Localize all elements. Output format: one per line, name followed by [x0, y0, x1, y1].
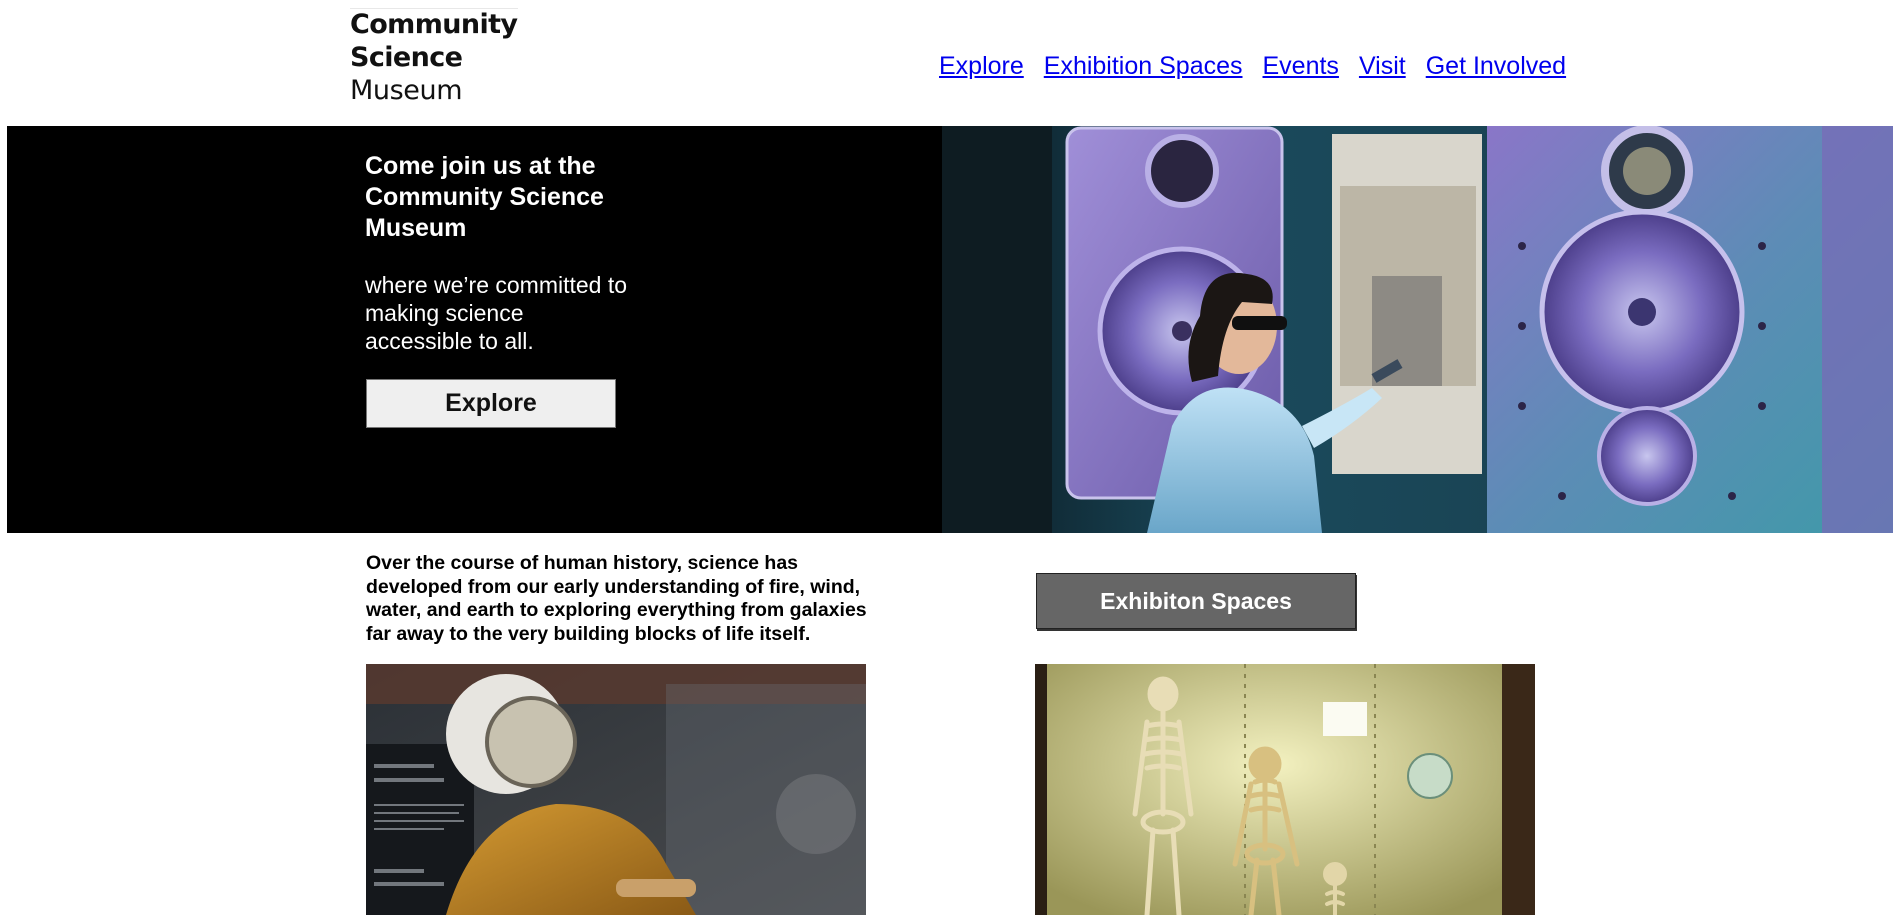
hero-title: Come join us at the Community Science Mu…: [365, 152, 604, 242]
astronaut-photo-illustration: [366, 664, 866, 915]
intro-paragraph: Over the course of human history, scienc…: [366, 552, 867, 645]
nav-link-exhibition-spaces[interactable]: Exhibition Spaces: [1044, 52, 1243, 81]
main-nav: Explore Exhibition Spaces Events Visit G…: [939, 52, 1566, 81]
exhibition-spaces-button[interactable]: Exhibiton Spaces: [1036, 573, 1356, 629]
explore-button[interactable]: Explore: [366, 379, 616, 428]
site-logo[interactable]: Community Science Museum: [350, 8, 518, 108]
nav-link-get-involved[interactable]: Get Involved: [1426, 52, 1566, 81]
skeleton-exhibit-photo: [1035, 664, 1535, 915]
logo-line-science: Science: [350, 42, 463, 73]
nav-link-explore[interactable]: Explore: [939, 52, 1024, 81]
hero-subtitle: where we’re committed to making science …: [365, 272, 628, 354]
hero-photo-illustration: [942, 126, 1893, 533]
logo-line-museum: Museum: [350, 75, 463, 106]
nav-link-visit[interactable]: Visit: [1359, 52, 1406, 81]
hero-banner: Come join us at the Community Science Mu…: [7, 126, 1893, 533]
logo-line-community: Community: [350, 9, 518, 40]
hero-scientist-photo: [942, 126, 1893, 533]
skeleton-photo-illustration: [1035, 664, 1535, 915]
astronaut-exhibit-photo: [366, 664, 866, 915]
nav-link-events[interactable]: Events: [1263, 52, 1339, 81]
